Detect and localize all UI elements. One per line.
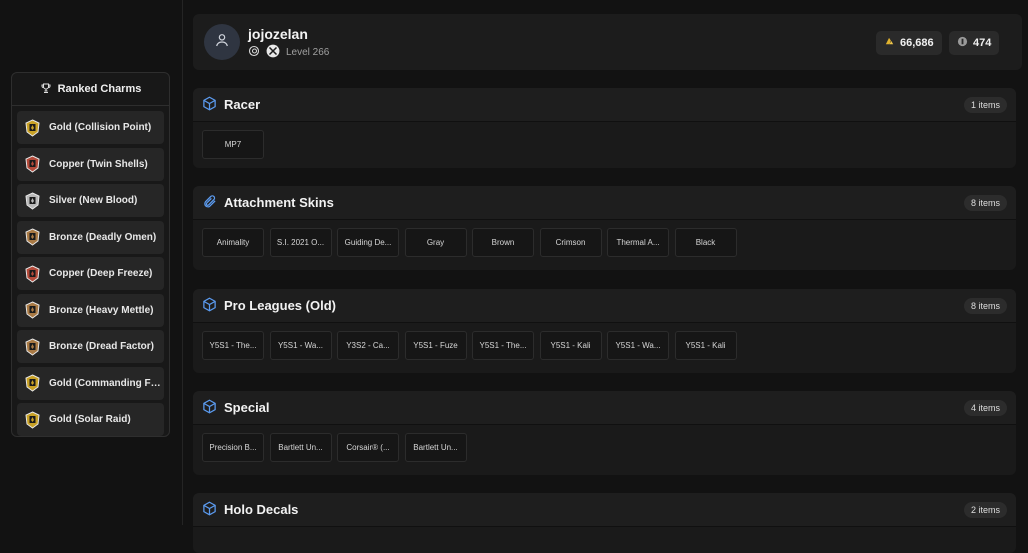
charm-badge-icon: [25, 410, 40, 429]
section-header[interactable]: Pro Leagues (Old) 8 items: [193, 289, 1016, 323]
charm-label: Gold (Commanding For...: [49, 377, 164, 389]
item-card[interactable]: Bartlett Un...: [269, 433, 332, 462]
charm-label: Gold (Collision Point): [49, 122, 152, 133]
credits-badge: 474: [949, 31, 1000, 55]
item-card[interactable]: Brown: [472, 228, 534, 257]
section-attachment-skins: Attachment Skins 8 items Animality S.I. 202…: [193, 186, 1016, 270]
charm-label: Bronze (Heavy Mettle): [49, 304, 154, 316]
item-grid: MP7: [202, 130, 264, 159]
item-card[interactable]: Y3S2 - Ca...: [337, 331, 399, 360]
item-card[interactable]: Y5S1 - Wa...: [607, 331, 669, 360]
charm-badge-icon: [25, 155, 40, 173]
charm-badge-icon: [25, 374, 40, 392]
ranked-charms-header: Ranked Charms: [12, 73, 169, 106]
item-card[interactable]: Black: [674, 228, 737, 257]
charm-label: Silver (New Blood): [49, 195, 138, 206]
renown-icon: [884, 36, 895, 50]
charm-badge-icon: [25, 191, 40, 210]
xbox-icon: [266, 44, 280, 61]
charm-item[interactable]: Gold (Commanding For...: [17, 366, 164, 400]
section-title: Holo Decals: [224, 502, 299, 517]
renown-value: 66,686: [900, 37, 934, 49]
item-count-badge: 4 items: [963, 399, 1007, 416]
charm-item[interactable]: Gold (Solar Raid): [17, 403, 164, 436]
charm-item[interactable]: Bronze (Deadly Omen): [17, 220, 164, 254]
item-count-badge: 1 items: [963, 96, 1007, 113]
item-card[interactable]: Y5S1 - Fuze: [404, 331, 467, 360]
credits-value: 474: [973, 37, 992, 49]
level-label: Level 266: [286, 47, 330, 58]
item-card[interactable]: Y5S1 - The...: [472, 331, 534, 360]
section-holo-decals: Holo Decals 2 items: [193, 493, 1016, 553]
charm-item[interactable]: Silver (New Blood): [17, 184, 164, 217]
item-card[interactable]: Thermal A...: [607, 228, 669, 257]
item-card[interactable]: Bartlett Un...: [404, 433, 467, 462]
section-title: Special: [224, 400, 270, 415]
ubisoft-icon: [248, 45, 260, 60]
section-header[interactable]: Racer 1 items: [193, 88, 1016, 122]
charm-item[interactable]: Gold (Collision Point): [17, 111, 164, 144]
section-header[interactable]: Special 4 items: [193, 391, 1016, 425]
item-card[interactable]: Gray: [404, 228, 467, 257]
charm-badge-icon: [25, 264, 40, 283]
item-card[interactable]: Corsair® (...: [337, 433, 399, 462]
username: jojozelan: [248, 26, 308, 42]
renown-badge: 66,686: [876, 31, 942, 55]
charm-item[interactable]: Bronze (Heavy Mettle): [17, 293, 164, 327]
credits-icon: [957, 36, 968, 50]
avatar[interactable]: [204, 24, 240, 60]
section-title: Attachment Skins: [224, 195, 334, 210]
ranked-charms-panel: Ranked Charms Gold (Collision Point) Copp…: [11, 72, 170, 437]
item-card[interactable]: Guiding De...: [337, 228, 399, 257]
trophy-icon: [40, 82, 52, 97]
item-card[interactable]: Animality: [202, 228, 264, 257]
item-card[interactable]: Y5S1 - Wa...: [269, 331, 332, 360]
item-grid: Y5S1 - The... Y5S1 - Wa... Y3S2 - Ca... Y5S…: [202, 331, 737, 360]
charm-label: Gold (Solar Raid): [49, 414, 131, 425]
item-card[interactable]: Y5S1 - Kali: [674, 331, 737, 360]
charm-item[interactable]: Bronze (Dread Factor): [17, 330, 164, 363]
cube-icon: [202, 399, 217, 414]
charm-item[interactable]: Copper (Twin Shells): [17, 147, 164, 181]
cube-icon: [202, 96, 217, 111]
section-racer: Racer 1 items MP7: [193, 88, 1016, 168]
charm-badge-icon: [25, 301, 40, 319]
section-title: Pro Leagues (Old): [224, 298, 336, 313]
charm-label: Copper (Deep Freeze): [49, 268, 153, 279]
item-card[interactable]: S.I. 2021 O...: [269, 228, 332, 257]
item-count-badge: 8 items: [963, 297, 1007, 314]
charm-badge-icon: [25, 337, 40, 356]
item-card[interactable]: Y5S1 - Kali: [539, 331, 602, 360]
charm-badge-icon: [25, 118, 40, 137]
paperclip-icon: [202, 194, 217, 209]
item-count-badge: 8 items: [963, 194, 1007, 211]
section-special: Special 4 items Precision B... Bartlett Un.…: [193, 391, 1016, 475]
charm-label: Bronze (Dread Factor): [49, 341, 155, 352]
user-icon: [214, 32, 230, 53]
charm-item[interactable]: Copper (Deep Freeze): [17, 257, 164, 290]
item-card[interactable]: Precision B...: [202, 433, 264, 462]
item-card[interactable]: MP7: [202, 130, 264, 159]
item-grid: Animality S.I. 2021 O... Guiding De... Gray…: [202, 228, 737, 257]
ranked-charms-title: Ranked Charms: [57, 83, 142, 95]
cube-icon: [202, 297, 217, 312]
item-card[interactable]: Crimson: [539, 228, 602, 257]
profile-header: jojozelan Level 266 66,686 474: [193, 14, 1022, 70]
charm-badge-icon: [25, 228, 40, 246]
item-count-badge: 2 items: [963, 501, 1007, 518]
section-title: Racer: [224, 97, 261, 112]
cube-icon: [202, 501, 217, 516]
item-card[interactable]: Y5S1 - The...: [202, 331, 264, 360]
item-grid: Precision B... Bartlett Un... Corsair® (..…: [202, 433, 467, 462]
main-content: jojozelan Level 266 66,686 474 Racer 1 i…: [182, 0, 1028, 553]
section-pro-leagues-old: Pro Leagues (Old) 8 items Y5S1 - The... Y5S…: [193, 289, 1016, 373]
section-header[interactable]: Holo Decals 2 items: [193, 493, 1016, 527]
charm-label: Copper (Twin Shells): [49, 158, 148, 170]
platform-row: Level 266: [248, 44, 329, 61]
charm-list: Gold (Collision Point) Copper (Twin Shell…: [12, 106, 169, 436]
section-header[interactable]: Attachment Skins 8 items: [193, 186, 1016, 220]
charm-label: Bronze (Deadly Omen): [49, 231, 157, 243]
